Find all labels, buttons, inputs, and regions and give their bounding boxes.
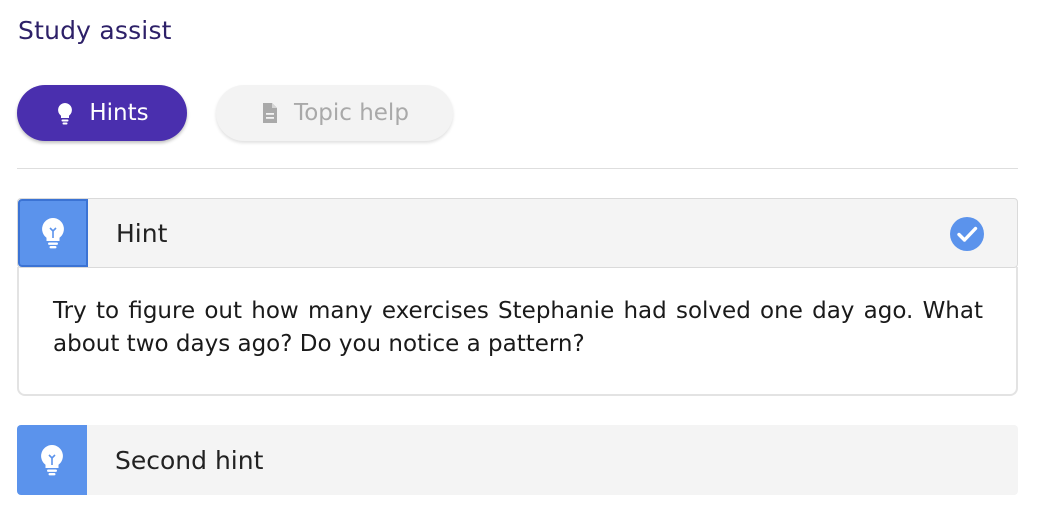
hint-body: Try to figure out how many exercises Ste… <box>17 267 1018 396</box>
tab-topic-help-label: Topic help <box>294 100 409 126</box>
hint-title: Hint <box>116 218 168 248</box>
hint-card: Hint Try to figure out how many exercise… <box>17 198 1018 396</box>
panel-title: Study assist <box>18 16 172 45</box>
hint-icon-box <box>18 199 88 267</box>
tab-hints[interactable]: Hints <box>17 85 187 141</box>
hint-header[interactable]: Second hint <box>17 425 1018 495</box>
lightbulb-icon <box>55 101 75 125</box>
hint-title: Second hint <box>115 445 264 475</box>
lightbulb-icon <box>42 218 64 249</box>
check-circle-icon <box>950 217 984 251</box>
hint-header[interactable]: Hint <box>17 198 1018 268</box>
lightbulb-icon <box>41 445 63 476</box>
tab-hints-label: Hints <box>89 100 149 126</box>
tab-bar: Hints Topic help <box>17 85 453 141</box>
study-assist-panel: Study assist Hints Topic help Hint Try t… <box>0 0 1037 530</box>
hint-text: Try to figure out how many exercises Ste… <box>53 298 983 357</box>
hint-icon-box <box>17 425 87 495</box>
tab-topic-help[interactable]: Topic help <box>216 85 453 141</box>
document-icon <box>260 101 280 125</box>
divider <box>17 168 1018 169</box>
hint-card: Second hint <box>17 425 1018 495</box>
